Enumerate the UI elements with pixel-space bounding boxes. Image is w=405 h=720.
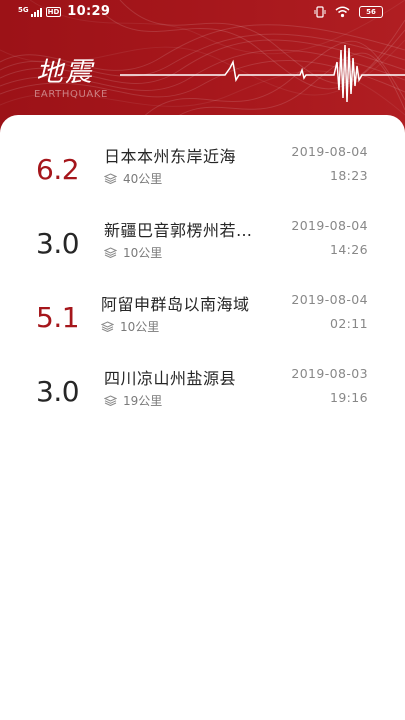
magnitude: 3.0: [36, 375, 80, 408]
quake-item[interactable]: 6.2 日本本州东岸近海 40公里 2019-08-04 18:23: [0, 133, 405, 203]
page-subtitle: EARTHQUAKE: [34, 89, 108, 100]
depth-value: 10公里: [123, 246, 163, 260]
battery-icon: 56: [359, 6, 383, 18]
quake-location: 四川凉山州盐源县: [104, 369, 237, 388]
vibrate-icon: [314, 6, 326, 18]
quake-date: 2019-08-03: [291, 366, 368, 381]
app-screen: 5G HD 10:29 56 地震 EARTHQUAKE 6.2 日本本州东岸近…: [0, 0, 405, 720]
status-bar: 5G HD 10:29 56: [0, 0, 405, 26]
quake-time: 18:23: [329, 168, 368, 183]
quake-list: 6.2 日本本州东岸近海 40公里 2019-08-04 18:23 3.0 新…: [0, 115, 405, 720]
quake-location: 日本本州东岸近海: [104, 147, 237, 166]
magnitude: 5.1: [36, 301, 80, 334]
hd-badge: HD: [45, 6, 62, 17]
quake-depth: 10公里: [104, 244, 162, 261]
quake-location: 阿留申群岛以南海域: [101, 295, 250, 314]
layers-icon: [101, 321, 114, 332]
quake-item[interactable]: 3.0 新疆巴音郭楞州若… 10公里 2019-08-04 14:26: [0, 207, 405, 277]
magnitude: 6.2: [36, 153, 80, 186]
page-title: 地震: [36, 57, 94, 88]
quake-time: 19:16: [329, 390, 368, 405]
depth-value: 10公里: [120, 320, 160, 334]
quake-depth: 19公里: [104, 392, 162, 409]
quake-item[interactable]: 3.0 四川凉山州盐源县 19公里 2019-08-03 19:16: [0, 355, 405, 425]
quake-date: 2019-08-04: [291, 218, 368, 233]
depth-value: 40公里: [123, 172, 163, 186]
quake-item[interactable]: 5.1 阿留申群岛以南海域 10公里 2019-08-04 02:11: [0, 281, 405, 351]
depth-value: 19公里: [123, 394, 163, 408]
quake-location: 新疆巴音郭楞州若…: [104, 221, 253, 240]
quake-date: 2019-08-04: [291, 144, 368, 159]
quake-depth: 10公里: [101, 318, 159, 335]
layers-icon: [104, 395, 117, 406]
quake-date: 2019-08-04: [291, 292, 368, 307]
quake-depth: 40公里: [104, 170, 162, 187]
quake-time: 14:26: [329, 242, 368, 257]
wifi-icon: [335, 6, 350, 18]
status-time: 10:29: [67, 4, 111, 19]
signal-icon: [30, 7, 42, 17]
layers-icon: [104, 173, 117, 184]
network-type: 5G: [18, 5, 29, 14]
layers-icon: [104, 247, 117, 258]
quake-time: 02:11: [329, 316, 368, 331]
magnitude: 3.0: [36, 227, 80, 260]
